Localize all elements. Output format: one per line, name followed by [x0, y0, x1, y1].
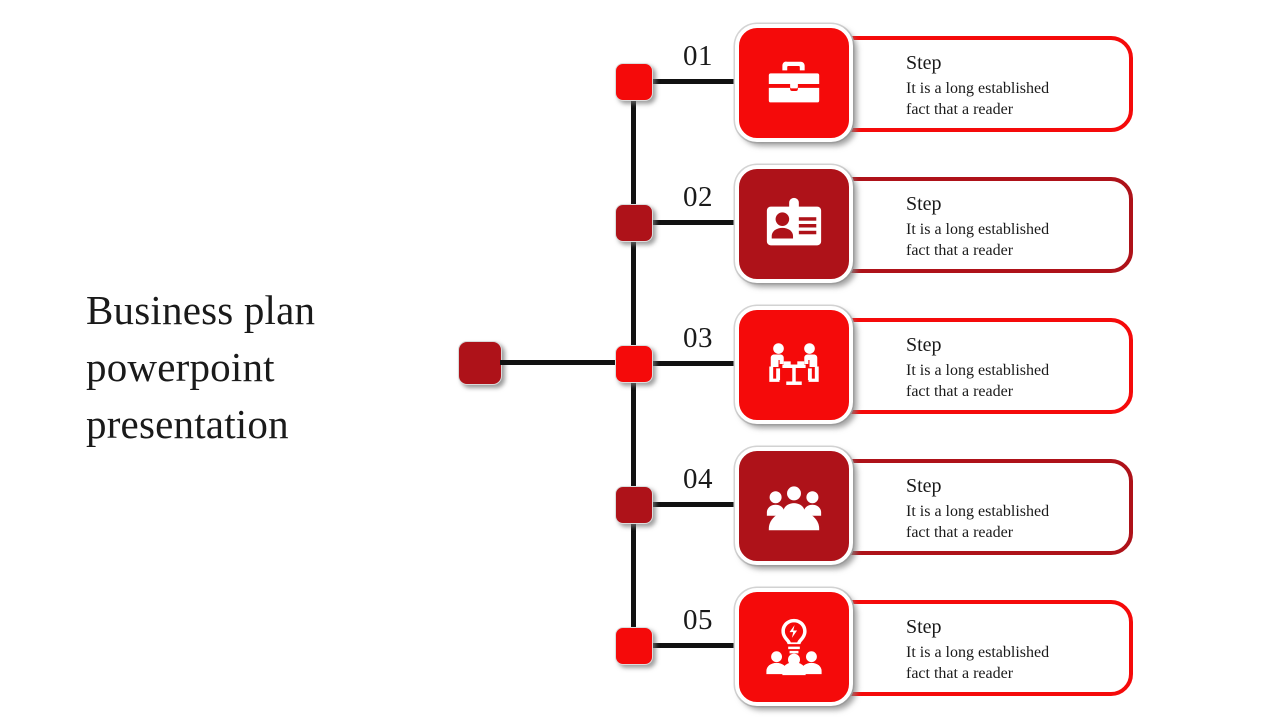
step-icon-tile[interactable] — [735, 447, 853, 565]
step-icon-tile[interactable] — [735, 588, 853, 706]
step-card-content: Step It is a long established fact that a… — [906, 332, 1131, 402]
step-number: 05 — [683, 604, 713, 636]
step-card-body: It is a long established fact that a rea… — [906, 503, 1050, 541]
step-card-body: It is a long established fact that a rea… — [906, 362, 1050, 400]
step-connector-line — [650, 502, 742, 507]
step-number: 03 — [683, 322, 713, 354]
team-idea-bulb-icon — [763, 616, 825, 678]
step-card-content: Step It is a long established fact that a… — [906, 50, 1131, 120]
step-row: Step It is a long established fact that a… — [0, 586, 1280, 708]
slide-canvas: Business plan powerpoint presentation St… — [0, 0, 1280, 720]
step-card-content: Step It is a long established fact that a… — [906, 473, 1131, 543]
step-card-title: Step — [906, 52, 942, 74]
step-card-title: Step — [906, 193, 942, 215]
step-icon-tile[interactable] — [735, 24, 853, 142]
step-spine-node[interactable] — [615, 345, 653, 383]
step-card-title: Step — [906, 334, 942, 356]
meeting-table-icon — [763, 334, 825, 396]
step-spine-node[interactable] — [615, 63, 653, 101]
step-spine-node[interactable] — [615, 486, 653, 524]
step-row: Step It is a long established fact that a… — [0, 22, 1280, 144]
step-spine-node[interactable] — [615, 627, 653, 665]
step-connector-line — [650, 220, 742, 225]
step-number: 01 — [683, 40, 713, 72]
step-number: 02 — [683, 181, 713, 213]
step-icon-tile[interactable] — [735, 306, 853, 424]
step-card-body: It is a long established fact that a rea… — [906, 644, 1050, 682]
group-people-icon — [763, 475, 825, 537]
briefcase-icon — [763, 52, 825, 114]
step-spine-node[interactable] — [615, 204, 653, 242]
step-card-content: Step It is a long established fact that a… — [906, 614, 1131, 684]
step-card-body: It is a long established fact that a rea… — [906, 221, 1050, 259]
step-row: Step It is a long established fact that a… — [0, 445, 1280, 567]
step-connector-line — [650, 643, 742, 648]
step-number: 04 — [683, 463, 713, 495]
step-connector-line — [650, 79, 742, 84]
step-card-content: Step It is a long established fact that a… — [906, 191, 1131, 261]
step-row: Step It is a long established fact that a… — [0, 163, 1280, 285]
id-badge-icon — [763, 193, 825, 255]
step-card-title: Step — [906, 475, 942, 497]
step-icon-tile[interactable] — [735, 165, 853, 283]
step-card-body: It is a long established fact that a rea… — [906, 80, 1050, 118]
step-row: Step It is a long established fact that a… — [0, 304, 1280, 426]
step-card-title: Step — [906, 616, 942, 638]
step-connector-line — [650, 361, 742, 366]
